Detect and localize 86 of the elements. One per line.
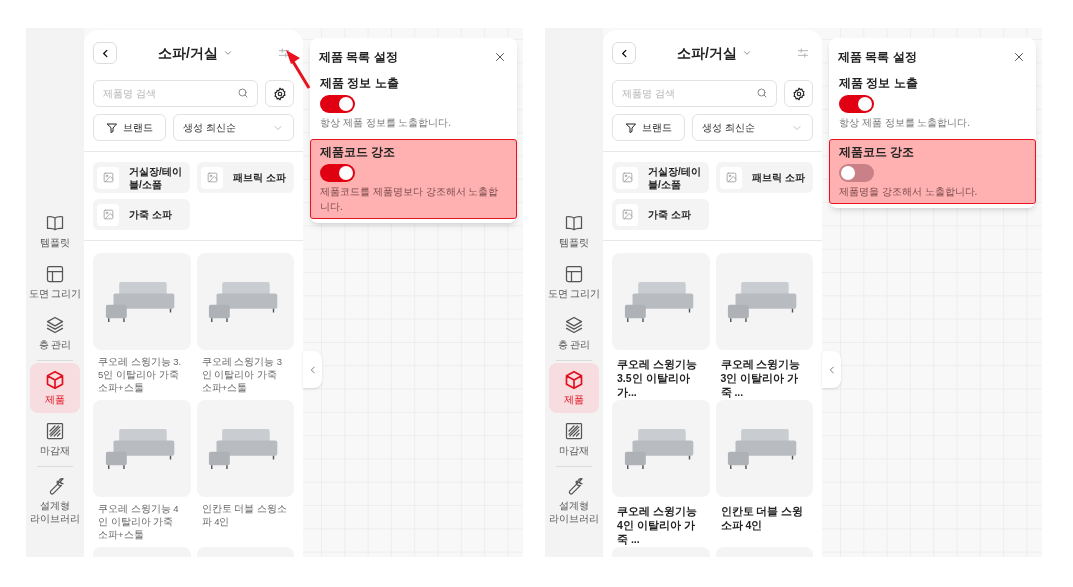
product-photo[interactable]	[93, 253, 191, 350]
nav-item[interactable]: 제품	[549, 363, 599, 413]
category-chip[interactable]: 패브릭 소파	[716, 162, 813, 194]
nav-item[interactable]: 마감재	[30, 414, 80, 464]
nav-item[interactable]: 제품	[30, 363, 80, 413]
layers-icon	[564, 315, 584, 335]
category-chip[interactable]: 거실장/테이블/소품	[93, 162, 190, 194]
category-dropdown[interactable]: 소파/거실	[158, 42, 233, 64]
product-name: 쿠오레 스윙기능 3.5인 이탈리아 가죽 소파+스툴	[97, 355, 183, 394]
nav-item[interactable]: 층 관리	[30, 308, 80, 358]
option-description: 제품코드를 제품명보다 강조해서 노출합니다.	[320, 185, 500, 214]
option-label: 제품 정보 노출	[839, 75, 919, 92]
product-name: 쿠오레 스윙기능 3인 이탈리아 가죽 ...	[719, 357, 802, 399]
option-description: 제품명을 강조해서 노출합니다.	[839, 185, 979, 199]
nav-item[interactable]: 층 관리	[549, 308, 599, 358]
product-name: 쿠오레 스윙기능 3인 이탈리아 가죽 소파+스툴	[200, 355, 284, 394]
product-photo[interactable]	[612, 400, 710, 497]
cube-icon	[564, 370, 584, 390]
layout-icon	[564, 264, 584, 284]
hatched-square-icon	[564, 421, 584, 441]
close-icon	[1013, 51, 1025, 63]
category-chip[interactable]: 패브릭 소파	[197, 162, 294, 194]
product-name: 인칸토 더블 스윙소파 4인	[200, 502, 288, 528]
toggle-switch[interactable]	[320, 95, 355, 113]
brand-filter-button[interactable]: 브랜드	[93, 114, 166, 142]
nav-item[interactable]: 설계형 라이브러리	[30, 469, 80, 532]
layout-icon	[45, 264, 65, 284]
nav-item[interactable]: 마감재	[549, 414, 599, 464]
filter-icon	[106, 121, 118, 134]
toggle-switch[interactable]	[839, 164, 874, 182]
popup-title: 제품 목록 설정	[319, 49, 398, 66]
product-name: 쿠오레 스윙기능 3.5인 이탈리아 가...	[616, 357, 698, 399]
image-icon	[97, 166, 119, 189]
image-icon	[201, 166, 223, 189]
category-chip[interactable]: 가죽 소파	[93, 199, 190, 231]
product-photo[interactable]	[715, 400, 813, 497]
category-dropdown[interactable]: 소파/거실	[677, 42, 752, 64]
image-icon	[720, 166, 742, 189]
product-photo[interactable]	[93, 400, 191, 497]
option-label: 제품 정보 노출	[320, 75, 400, 92]
search-field[interactable]: 제품명 검색	[612, 80, 777, 108]
collapse-panel-button[interactable]	[822, 351, 841, 388]
product-name: 쿠오레 스윙기능 4인 이탈리아 가죽 소파+스툴	[97, 502, 180, 541]
nav-item[interactable]: 설계형 라이브러리	[549, 469, 599, 532]
hatched-square-icon	[45, 421, 65, 441]
image-icon	[616, 203, 638, 226]
option-description: 항상 제품 정보를 노출합니다.	[320, 116, 453, 130]
product-photo[interactable]	[612, 253, 710, 350]
close-icon	[494, 51, 506, 63]
back-button[interactable]	[612, 42, 636, 65]
popup-title: 제품 목록 설정	[838, 49, 917, 66]
book-icon	[564, 213, 584, 233]
category-chip[interactable]: 거실장/테이블/소품	[612, 162, 709, 194]
option-label: 제품코드 강조	[839, 144, 916, 161]
nav-item[interactable]: 템플릿	[549, 206, 599, 256]
settings-button[interactable]	[265, 80, 294, 108]
product-name: 인칸토 더블 스윙소파 4인	[719, 504, 805, 532]
cube-icon	[45, 370, 65, 390]
category-chip[interactable]: 가죽 소파	[612, 199, 709, 231]
image-icon	[616, 166, 638, 189]
filter-icon	[625, 121, 637, 134]
product-photo[interactable]	[196, 400, 294, 497]
settings-button[interactable]	[784, 80, 813, 108]
product-photo[interactable]	[196, 253, 294, 350]
option-description: 항상 제품 정보를 노출합니다.	[839, 116, 972, 130]
product-photo[interactable]	[715, 253, 813, 350]
option-label: 제품코드 강조	[320, 144, 397, 161]
layers-icon	[45, 315, 65, 335]
product-name: 쿠오레 스윙기능 4인 이탈리아 가죽 ...	[616, 504, 698, 546]
nav-item[interactable]: 도면 그리기	[549, 257, 599, 307]
book-icon	[45, 213, 65, 233]
nav-item[interactable]: 도면 그리기	[30, 257, 80, 307]
search-icon	[756, 87, 768, 100]
nav-item[interactable]: 템플릿	[30, 206, 80, 256]
toggle-switch[interactable]	[320, 164, 355, 182]
back-button[interactable]	[93, 42, 117, 65]
search-icon	[237, 87, 249, 100]
sort-dropdown[interactable]: 생성 최신순	[173, 114, 294, 142]
settings-icon	[272, 86, 287, 101]
settings-icon	[791, 86, 806, 101]
brand-filter-button[interactable]: 브랜드	[612, 114, 685, 142]
search-field[interactable]: 제품명 검색	[93, 80, 258, 108]
image-icon	[97, 203, 119, 226]
sort-dropdown[interactable]: 생성 최신순	[692, 114, 813, 142]
toggle-switch[interactable]	[839, 95, 874, 113]
collapse-panel-button[interactable]	[303, 351, 322, 388]
